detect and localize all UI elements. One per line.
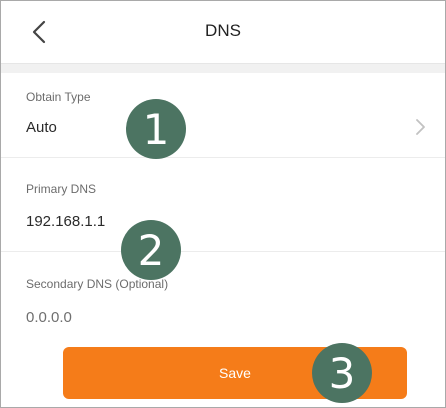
obtain-type-row[interactable]: Obtain Type Auto: [1, 73, 445, 158]
obtain-type-value: Auto: [26, 119, 57, 136]
obtain-type-label: Obtain Type: [26, 90, 91, 104]
primary-dns-label: Primary DNS: [26, 182, 97, 196]
secondary-dns-input[interactable]: 0.0.0.0: [26, 309, 72, 326]
page-title: DNS: [205, 21, 241, 40]
callout-marker-3: 3: [312, 343, 372, 403]
chevron-right-icon: [413, 117, 427, 137]
save-area: Save: [1, 344, 445, 407]
header-bar: DNS: [1, 1, 445, 64]
callout-marker-2: 2: [121, 220, 181, 280]
secondary-dns-row: Secondary DNS (Optional) 0.0.0.0: [1, 252, 445, 344]
primary-dns-input[interactable]: 192.168.1.1: [26, 213, 105, 230]
primary-dns-row: Primary DNS 192.168.1.1: [1, 158, 445, 252]
callout-marker-1: 1: [126, 99, 186, 159]
dns-settings-screen: DNS Obtain Type Auto Primary DNS 192.168…: [0, 0, 446, 408]
